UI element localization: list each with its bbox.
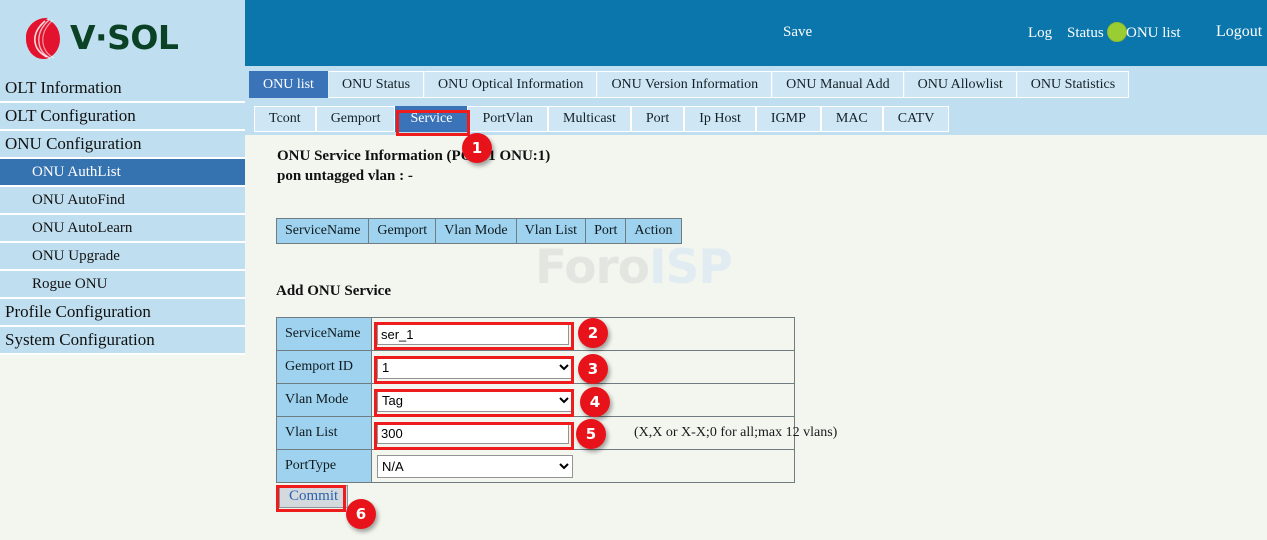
servicename-input[interactable]	[377, 324, 569, 345]
column-vlan-mode: Vlan Mode	[436, 219, 516, 244]
form-row-porttype: PortType N/A	[277, 450, 795, 483]
sidebar-item-onu-authlist[interactable]: ONU AuthList	[0, 159, 245, 187]
annotation-marker-5: 5	[576, 419, 606, 449]
column-action: Action	[626, 219, 681, 244]
tab-onu-version-information[interactable]: ONU Version Information	[597, 71, 772, 98]
subtab-multicast[interactable]: Multicast	[548, 106, 631, 132]
column-gemport: Gemport	[369, 219, 436, 244]
page-title: ONU Service Information (PON:1 ONU:1)	[277, 148, 550, 165]
sidebar-item-onu-upgrade[interactable]: ONU Upgrade	[0, 243, 245, 271]
page-root: V·SOL Save Log Status ONU list Logout ON…	[0, 0, 1267, 540]
sidebar-item-olt-information[interactable]: OLT Information	[0, 75, 245, 103]
vlan-mode-select[interactable]: Tag	[377, 389, 573, 412]
subtab-igmp[interactable]: IGMP	[756, 106, 821, 132]
tab-onu-optical-information[interactable]: ONU Optical Information	[424, 71, 597, 98]
annotation-marker-3: 3	[578, 354, 608, 384]
main-content: ForoISP ONU Service Information (PON:1 O…	[245, 135, 1267, 540]
label-vlan-list: Vlan List	[277, 417, 372, 450]
sidebar-item-olt-configuration[interactable]: OLT Configuration	[0, 103, 245, 131]
subtab-tcont[interactable]: Tcont	[254, 106, 316, 132]
subtab-service[interactable]: Service	[395, 106, 467, 132]
commit-button[interactable]: Commit	[279, 485, 348, 508]
form-row-gemport-id: Gemport ID 1	[277, 351, 795, 384]
watermark-part-2: ISP	[649, 240, 732, 295]
sidebar-item-system-configuration[interactable]: System Configuration	[0, 327, 245, 355]
sidebar-item-onu-autofind[interactable]: ONU AutoFind	[0, 187, 245, 215]
subtab-mac[interactable]: MAC	[821, 106, 883, 132]
watermark-part-1: Foro	[535, 240, 649, 295]
sidebar-item-onu-configuration[interactable]: ONU Configuration	[0, 131, 245, 159]
label-vlan-mode: Vlan Mode	[277, 384, 372, 417]
table-header-row: ServiceName Gemport Vlan Mode Vlan List …	[277, 219, 682, 244]
subtab-catv[interactable]: CATV	[883, 106, 950, 132]
annotation-marker-6: 6	[346, 499, 376, 529]
tab-onu-status[interactable]: ONU Status	[328, 71, 424, 98]
tab-onu-allowlist[interactable]: ONU Allowlist	[904, 71, 1017, 98]
header-link-onu-list[interactable]: ONU list	[1126, 25, 1181, 42]
brand-name: V·SOL	[70, 18, 178, 57]
subtab-portvlan[interactable]: PortVlan	[467, 106, 548, 132]
add-onu-service-label: Add ONU Service	[276, 283, 391, 300]
column-servicename: ServiceName	[277, 219, 369, 244]
tab-onu-manual-add[interactable]: ONU Manual Add	[772, 71, 903, 98]
column-vlan-list: Vlan List	[516, 219, 586, 244]
header-link-status[interactable]: Status	[1067, 25, 1104, 42]
main-tab-bar: ONU list ONU Status ONU Optical Informat…	[245, 66, 1267, 103]
onu-service-table: ServiceName Gemport Vlan Mode Vlan List …	[276, 218, 682, 244]
sidebar-item-profile-configuration[interactable]: Profile Configuration	[0, 299, 245, 327]
label-porttype: PortType	[277, 450, 372, 483]
sub-tab-bar: Tcont Gemport Service PortVlan Multicast…	[245, 103, 1267, 135]
top-header-bar: Save Log Status ONU list Logout	[245, 0, 1267, 66]
foroisp-watermark: ForoISP	[535, 240, 732, 295]
pon-untagged-vlan-text: pon untagged vlan : -	[277, 168, 413, 185]
save-button[interactable]: Save	[783, 24, 812, 41]
label-gemport-id: Gemport ID	[277, 351, 372, 384]
annotation-marker-4: 4	[580, 387, 610, 417]
sidebar-item-rogue-onu[interactable]: Rogue ONU	[0, 271, 245, 299]
form-row-vlan-list: Vlan List (X,X or X-X;0 for all;max 12 v…	[277, 417, 795, 450]
subtab-port[interactable]: Port	[631, 106, 684, 132]
vlan-list-hint: (X,X or X-X;0 for all;max 12 vlans)	[634, 425, 837, 441]
vsol-flame-logo-icon	[18, 15, 64, 61]
green-status-dot-icon	[1107, 22, 1127, 42]
vlan-list-input[interactable]	[377, 423, 569, 444]
tab-onu-statistics[interactable]: ONU Statistics	[1017, 71, 1129, 98]
subtab-ip-host[interactable]: Ip Host	[684, 106, 756, 132]
header-link-log[interactable]: Log	[1028, 25, 1052, 42]
subtab-gemport[interactable]: Gemport	[316, 106, 396, 132]
form-row-vlan-mode: Vlan Mode Tag	[277, 384, 795, 417]
sidebar-nav: OLT Information OLT Configuration ONU Co…	[0, 75, 245, 355]
field-cell-porttype: N/A	[372, 450, 795, 483]
form-row-servicename: ServiceName	[277, 318, 795, 351]
column-port: Port	[586, 219, 626, 244]
header-link-logout[interactable]: Logout	[1216, 23, 1262, 41]
add-onu-service-form: ServiceName Gemport ID 1 Vlan Mode	[276, 317, 795, 483]
sidebar-item-onu-autolearn[interactable]: ONU AutoLearn	[0, 215, 245, 243]
gemport-id-select[interactable]: 1	[377, 356, 573, 379]
porttype-select[interactable]: N/A	[377, 455, 573, 478]
label-servicename: ServiceName	[277, 318, 372, 351]
annotation-marker-1: 1	[462, 133, 492, 163]
annotation-marker-2: 2	[578, 318, 608, 348]
tab-onu-list[interactable]: ONU list	[249, 71, 328, 98]
brand-logo-area: V·SOL	[0, 0, 245, 75]
